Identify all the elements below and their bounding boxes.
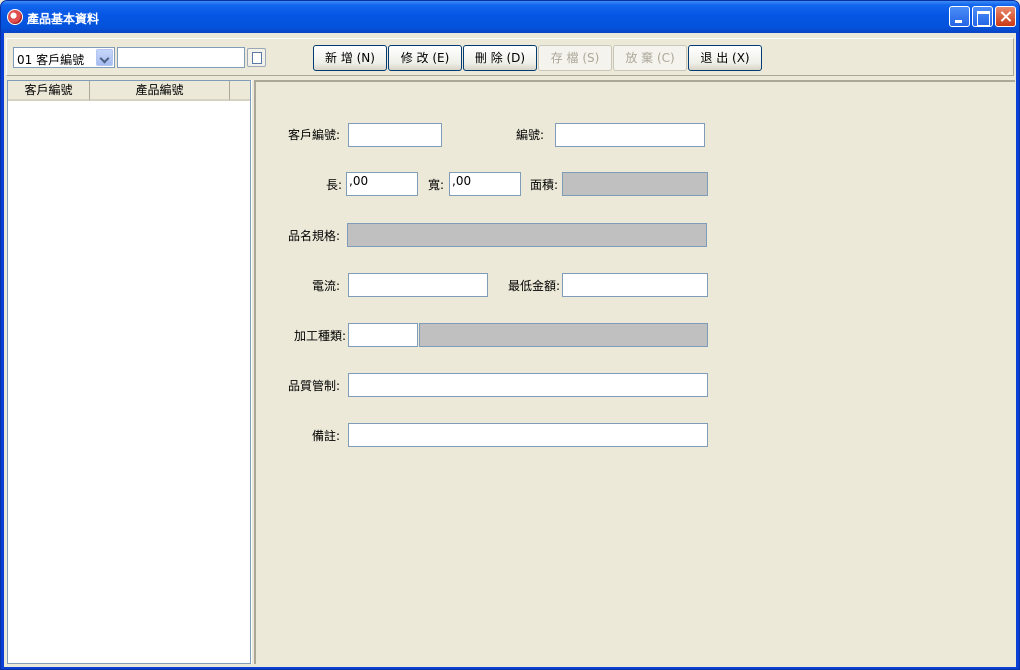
column-header-product-no[interactable]: 產品編號	[90, 81, 230, 101]
width-label: 寬:	[427, 178, 444, 192]
search-lookup-icon[interactable]	[247, 48, 266, 67]
save-button[interactable]: 存 檔 (S)	[538, 45, 612, 71]
width-field[interactable]: ,00	[449, 172, 521, 196]
area-field	[562, 172, 708, 196]
spec-field	[347, 223, 707, 247]
application-window: 產品基本資料 01 客戶編號 新 增 (N) 修 改 (E) 刪 除 (D) 存…	[0, 0, 1020, 670]
qc-label: 品質管制:	[287, 379, 340, 393]
length-field[interactable]: ,00	[346, 172, 418, 196]
add-button[interactable]: 新 增 (N)	[313, 45, 387, 71]
close-icon[interactable]	[995, 6, 1016, 27]
exit-button[interactable]: 退 出 (X)	[688, 45, 762, 71]
toolbar: 01 客戶編號 新 增 (N) 修 改 (E) 刪 除 (D) 存 檔 (S) …	[6, 38, 1014, 76]
search-input[interactable]	[117, 47, 245, 68]
search-field-select[interactable]: 01 客戶編號	[13, 47, 115, 68]
product-list-grid[interactable]: 客戶編號 產品編號	[7, 80, 251, 664]
min-amount-label: 最低金額:	[507, 279, 560, 293]
product-no-label: 編號:	[515, 128, 544, 142]
chevron-down-icon[interactable]	[96, 49, 113, 66]
edit-button[interactable]: 修 改 (E)	[388, 45, 462, 71]
process-type-label: 加工種類:	[293, 329, 346, 343]
remarks-field[interactable]	[348, 423, 708, 447]
client-area: 01 客戶編號 新 增 (N) 修 改 (E) 刪 除 (D) 存 檔 (S) …	[4, 33, 1016, 667]
current-label: 電流:	[311, 279, 340, 293]
delete-button[interactable]: 刪 除 (D)	[463, 45, 537, 71]
title-bar[interactable]: 產品基本資料	[1, 1, 1019, 33]
maximize-icon[interactable]	[972, 6, 993, 27]
area-label: 面積:	[529, 178, 558, 192]
customer-no-label: 客戶編號:	[287, 128, 340, 142]
length-label: 長:	[325, 178, 342, 192]
process-type-name-field	[419, 323, 708, 347]
column-header-customer-no[interactable]: 客戶編號	[8, 81, 90, 101]
column-header-filler	[230, 81, 250, 101]
cancel-button[interactable]: 放 棄 (C)	[613, 45, 687, 71]
search-field-select-value: 01 客戶編號	[17, 53, 85, 67]
spec-label: 品名規格:	[287, 229, 340, 243]
product-no-field[interactable]	[555, 123, 705, 147]
min-amount-field[interactable]	[562, 273, 708, 297]
customer-no-field[interactable]	[348, 123, 442, 147]
app-icon[interactable]	[7, 9, 23, 25]
remarks-label: 備註:	[311, 429, 340, 443]
grid-header: 客戶編號 產品編號	[8, 81, 250, 101]
qc-field[interactable]	[348, 373, 708, 397]
current-field[interactable]	[348, 273, 488, 297]
detail-form: 客戶編號: 編號: 長: ,00 寬: ,00 面積: 品名規格: 電流: 最低…	[255, 80, 1015, 664]
process-type-code-field[interactable]	[348, 323, 418, 347]
minimize-icon[interactable]	[949, 6, 970, 27]
window-title: 產品基本資料	[27, 12, 100, 26]
